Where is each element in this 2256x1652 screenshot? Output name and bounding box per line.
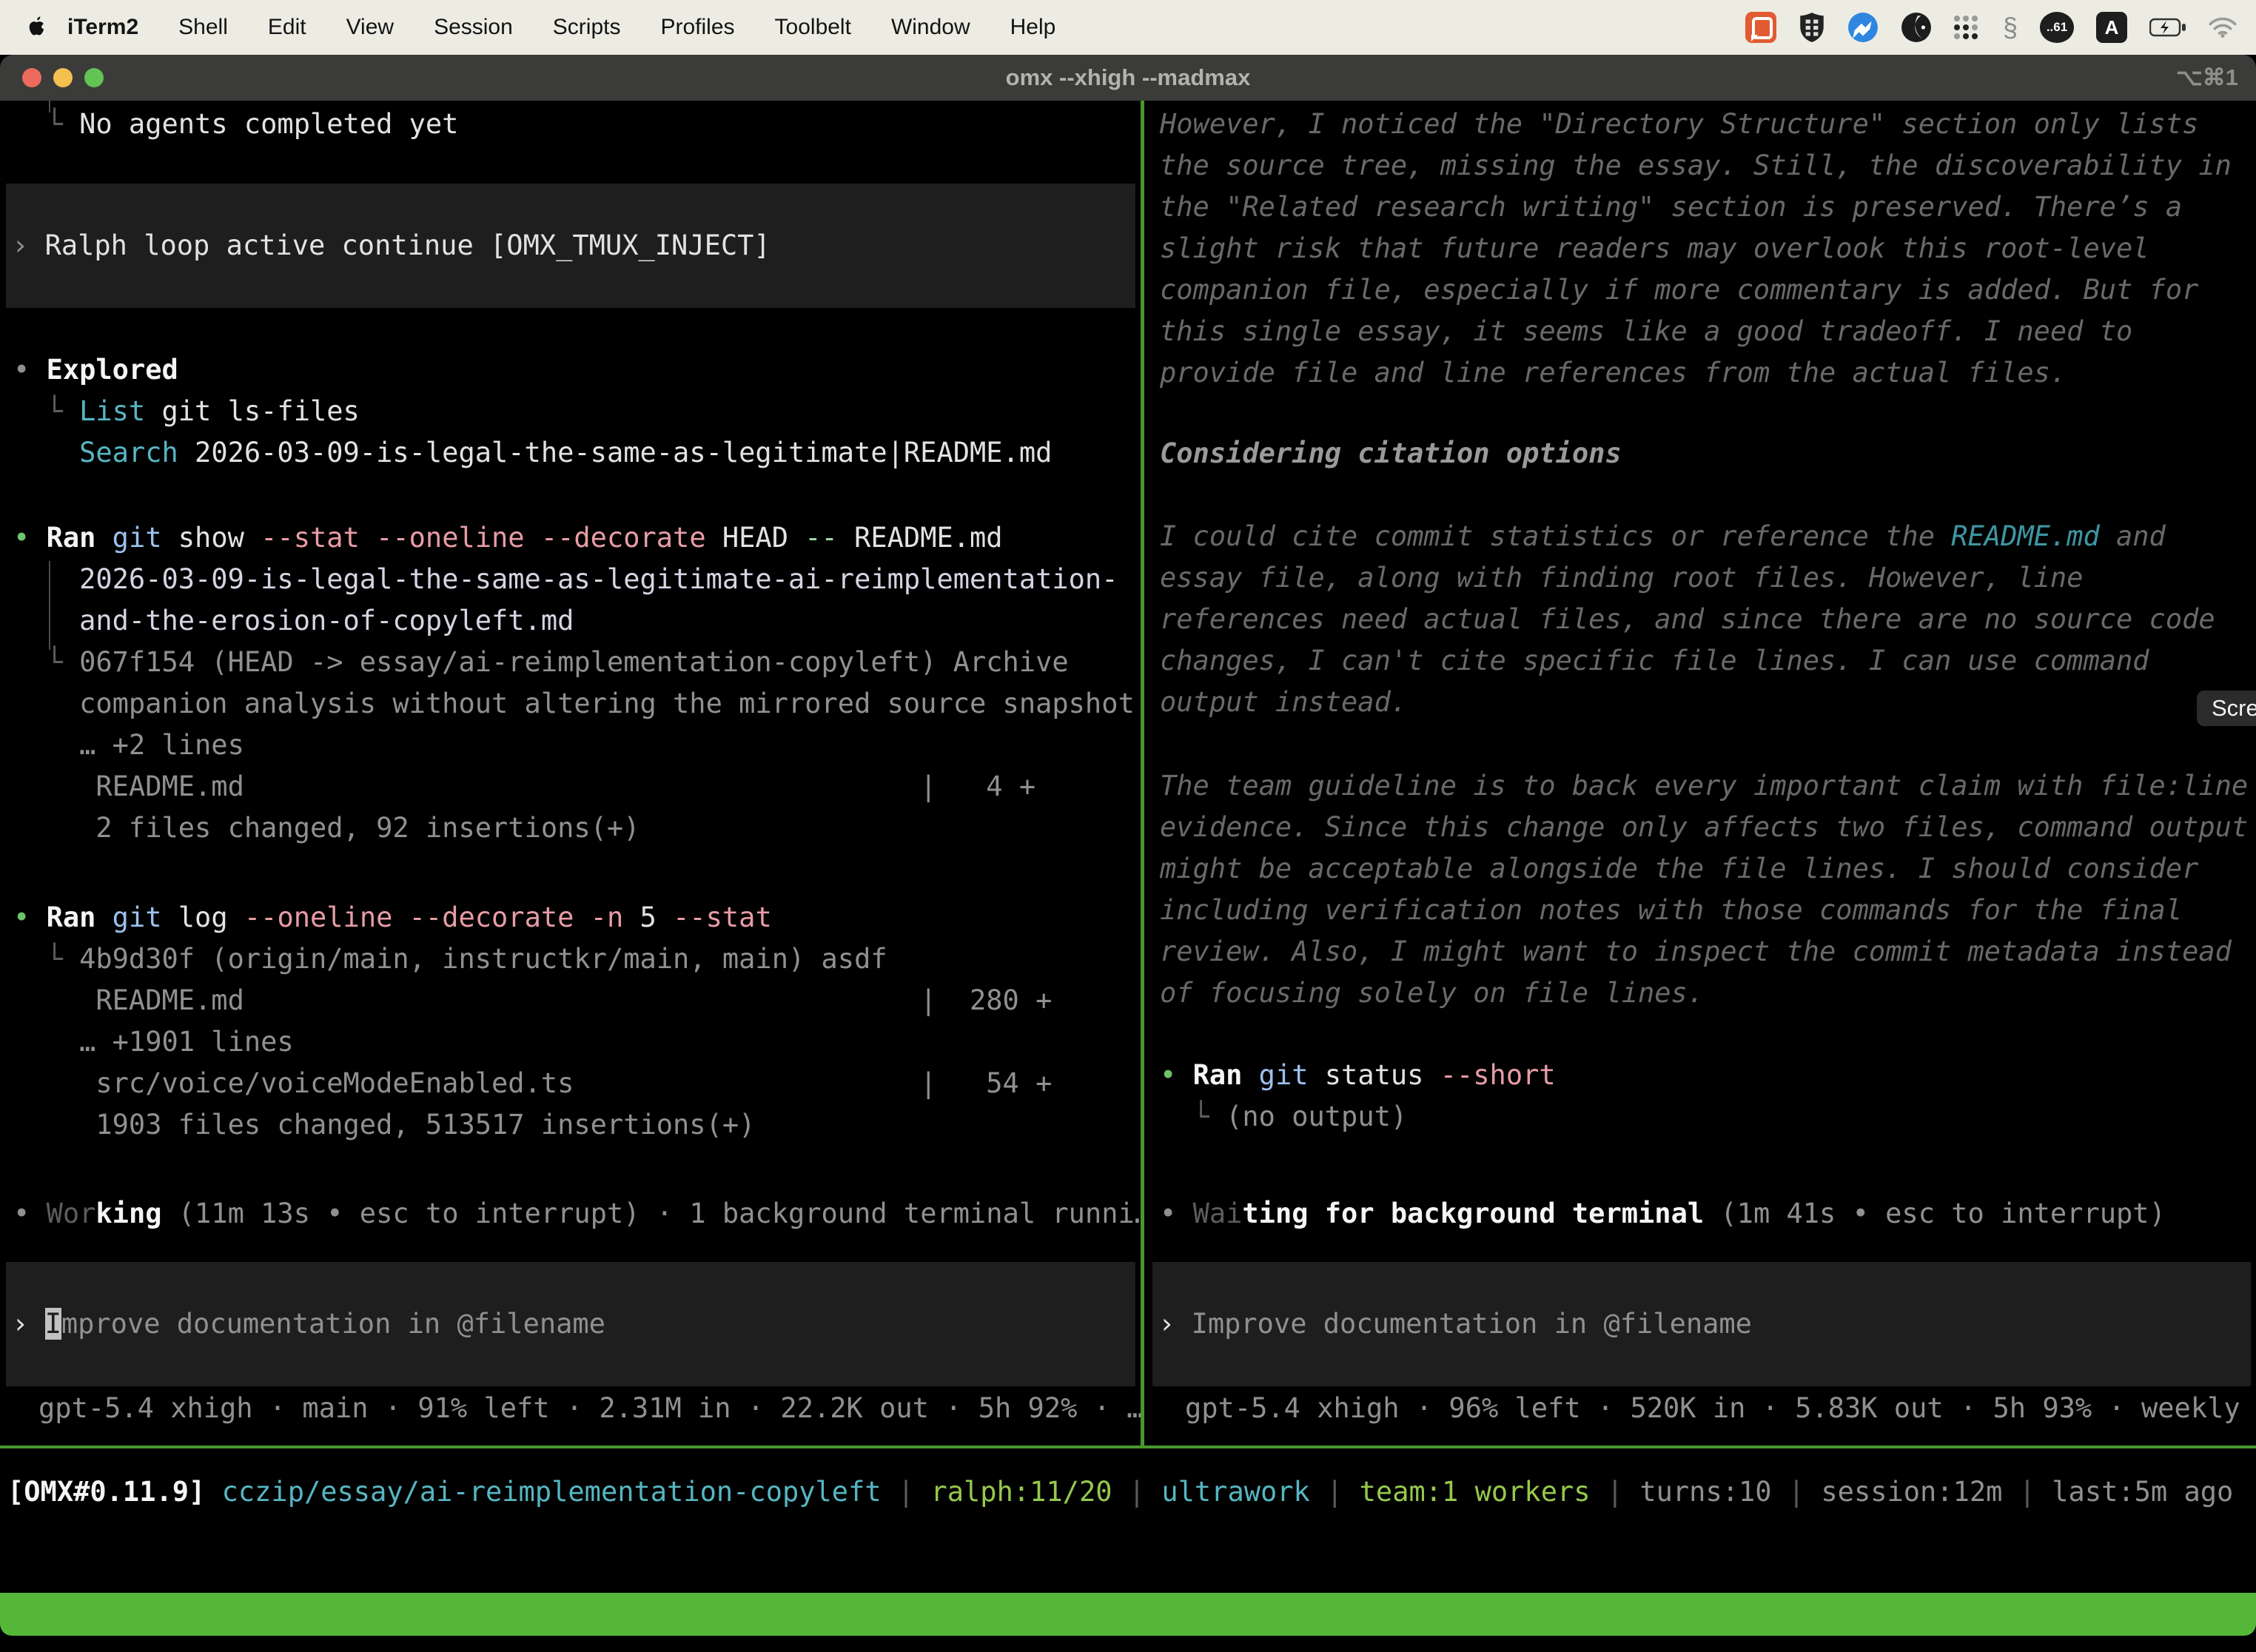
menu-item-profiles[interactable]: Profiles	[640, 15, 754, 40]
terminal-line: this single essay, it seems like a good …	[1147, 311, 2256, 352]
terminal-line: README.md | 280 +	[0, 980, 1141, 1021]
terminal-line: 2 files changed, 92 insertions(+)	[0, 807, 1141, 849]
menu-item-edit[interactable]: Edit	[248, 15, 326, 40]
reasoning-heading: Considering citation options	[1147, 433, 2256, 474]
terminal-line: README.md | 4 +	[0, 766, 1141, 807]
apple-menu-icon[interactable]	[27, 15, 47, 40]
working-status-line: • Working (11m 13s • esc to interrupt) ·…	[0, 1193, 1141, 1235]
terminal-line: of focusing solely on file lines.	[1147, 973, 2256, 1014]
terminal-line: evidence. Since this change only affects…	[1147, 807, 2256, 848]
terminal-line: slight risk that future readers may over…	[1147, 228, 2256, 269]
battery-percent-badge-icon[interactable]: ..61	[2040, 12, 2074, 43]
omx-status-bar: [OMX#0.11.9] cczip/essay/ai-reimplementa…	[0, 1471, 2256, 1513]
terminal-line: output instead.	[1147, 682, 2256, 723]
menu-item-help[interactable]: Help	[990, 15, 1076, 40]
menu-item-scripts[interactable]: Scripts	[533, 15, 641, 40]
left-pane: └ No agents completed yet › Ralph loop a…	[0, 101, 1141, 1446]
terminal-line: The team guideline is to back every impo…	[1147, 765, 2256, 807]
terminal-line: … +2 lines	[0, 725, 1141, 766]
terminal-line: provide file and line references from th…	[1147, 352, 2256, 394]
right-pane: However, I noticed the "Directory Struct…	[1147, 101, 2256, 1446]
terminal-line: • Explored	[0, 349, 1141, 391]
prompt-text-right: › Improve documentation in @filename	[1152, 1303, 1752, 1345]
window-title: omx --xhigh --madmax	[0, 64, 2256, 91]
terminal-line: └ 067f154 (HEAD -> essay/ai-reimplementa…	[0, 642, 1141, 683]
terminal-line: might be acceptable alongside the file l…	[1147, 848, 2256, 890]
terminal-line: companion analysis without altering the …	[0, 683, 1141, 725]
terminal-line: └ (no output)	[1147, 1096, 2256, 1138]
window-shortcut-badge: ⌥⌘1	[2176, 64, 2238, 91]
menu-item-iterm2[interactable]: iTerm2	[47, 15, 158, 40]
blue-badge-icon[interactable]	[1847, 12, 1879, 43]
pane-divider[interactable]	[1141, 101, 1144, 1446]
terminal-line: the "Related research writing" section i…	[1147, 187, 2256, 228]
terminal-line: including verification notes with those …	[1147, 890, 2256, 931]
tree-guide-line	[49, 561, 50, 650]
prompt-input-right[interactable]: › Improve documentation in @filename	[1152, 1262, 2251, 1386]
pane-bottom-border	[0, 1446, 2256, 1448]
terminal-line: gpt-5.4 xhigh · 96% left · 520K in · 5.8…	[1147, 1388, 2256, 1429]
terminal-line: and-the-erosion-of-copyleft.md	[0, 600, 1141, 642]
terminal-line: essay file, along with finding root file…	[1147, 557, 2256, 599]
tmux-status-bar: [omx-cczip0:bash* "MacBook-Pro-44.local"…	[0, 1593, 2256, 1636]
agents-note: └ No agents completed yet	[0, 104, 1141, 145]
terminal-line: gpt-5.4 xhigh · main · 91% left · 2.31M …	[0, 1388, 1141, 1429]
window-title-bar[interactable]: omx --xhigh --madmax ⌥⌘1	[0, 55, 2256, 101]
screen: iTerm2 Shell Edit View Session Scripts P…	[0, 0, 2256, 1652]
waiting-status-line: • Waiting for background terminal (1m 41…	[1147, 1193, 2256, 1235]
moon-circle-icon[interactable]	[1901, 12, 1932, 43]
terminal-line: • Ran git log --oneline --decorate -n 5 …	[0, 897, 1141, 939]
terminal-line: companion file, especially if more comme…	[1147, 269, 2256, 311]
chat-app-icon[interactable]	[1745, 12, 1776, 43]
inject-input-text: › Ralph loop active continue [OMX_TMUX_I…	[6, 225, 771, 266]
terminal: └ No agents completed yet › Ralph loop a…	[0, 101, 2256, 1446]
battery-icon[interactable]	[2149, 18, 2186, 37]
terminal-line: • Ran git show --stat --oneline --decora…	[0, 517, 1141, 559]
shield-grid-icon[interactable]	[1799, 12, 1825, 43]
git-show-block: • Ran git show --stat --oneline --decora…	[0, 517, 1141, 849]
menu-item-shell[interactable]: Shell	[158, 15, 248, 40]
terminal-line: references need actual files, and since …	[1147, 599, 2256, 640]
reasoning-paragraph-1: However, I noticed the "Directory Struct…	[1147, 104, 2256, 394]
menu-item-session[interactable]: Session	[414, 15, 533, 40]
git-status-block: • Ran git status --short └ (no output)	[1147, 1055, 2256, 1138]
input-source-icon[interactable]: A	[2096, 12, 2127, 43]
terminal-line: • Ran git status --short	[1147, 1055, 2256, 1096]
squiggle-icon[interactable]: §	[2003, 12, 2018, 43]
session-status-right: gpt-5.4 xhigh · 96% left · 520K in · 5.8…	[1147, 1388, 2256, 1429]
prompt-text-left: › Improve documentation in @filename	[6, 1303, 605, 1345]
wifi-icon[interactable]	[2209, 16, 2237, 38]
terminal-line: Considering citation options	[1147, 433, 2256, 474]
terminal-line: └ List git ls-files	[0, 391, 1141, 432]
menu-item-toolbelt[interactable]: Toolbelt	[755, 15, 871, 40]
terminal-line: the source tree, missing the essay. Stil…	[1147, 145, 2256, 187]
menu-item-view[interactable]: View	[326, 15, 414, 40]
inject-input-box[interactable]: › Ralph loop active continue [OMX_TMUX_I…	[6, 184, 1135, 308]
terminal-line: I could cite commit statistics or refere…	[1147, 516, 2256, 557]
git-log-block: • Ran git log --oneline --decorate -n 5 …	[0, 897, 1141, 1146]
terminal-line: • Working (11m 13s • esc to interrupt) ·…	[0, 1193, 1141, 1235]
menu-item-window[interactable]: Window	[871, 15, 990, 40]
prompt-input-left[interactable]: › Improve documentation in @filename	[6, 1262, 1135, 1386]
terminal-line: review. Also, I might want to inspect th…	[1147, 931, 2256, 973]
terminal-line: src/voice/voiceModeEnabled.ts | 54 +	[0, 1063, 1141, 1104]
session-status-left: gpt-5.4 xhigh · main · 91% left · 2.31M …	[0, 1388, 1141, 1429]
screen-tooltip: Scre	[2197, 691, 2256, 726]
menu-status-icons: § ..61 A	[1745, 12, 2237, 43]
terminal-line: 2026-03-09-is-legal-the-same-as-legitima…	[0, 559, 1141, 600]
terminal-line: Search 2026-03-09-is-legal-the-same-as-l…	[0, 432, 1141, 474]
terminal-line: However, I noticed the "Directory Struct…	[1147, 104, 2256, 145]
terminal-line: └ No agents completed yet	[0, 104, 1141, 145]
terminal-line: • Waiting for background terminal (1m 41…	[1147, 1193, 2256, 1235]
terminal-line: └ 4b9d30f (origin/main, instructkr/main,…	[0, 939, 1141, 980]
reasoning-paragraph-2: I could cite commit statistics or refere…	[1147, 516, 2256, 723]
menu-bar: iTerm2 Shell Edit View Session Scripts P…	[0, 0, 2256, 55]
reasoning-paragraph-3: The team guideline is to back every impo…	[1147, 765, 2256, 1014]
terminal-line: changes, I can't cite specific file line…	[1147, 640, 2256, 682]
explored-block: • Explored └ List git ls-files Search 20…	[0, 349, 1141, 474]
terminal-line: … +1901 lines	[0, 1021, 1141, 1063]
terminal-line: 1903 files changed, 513517 insertions(+)	[0, 1104, 1141, 1146]
grid-dots-icon[interactable]	[1954, 14, 1981, 41]
